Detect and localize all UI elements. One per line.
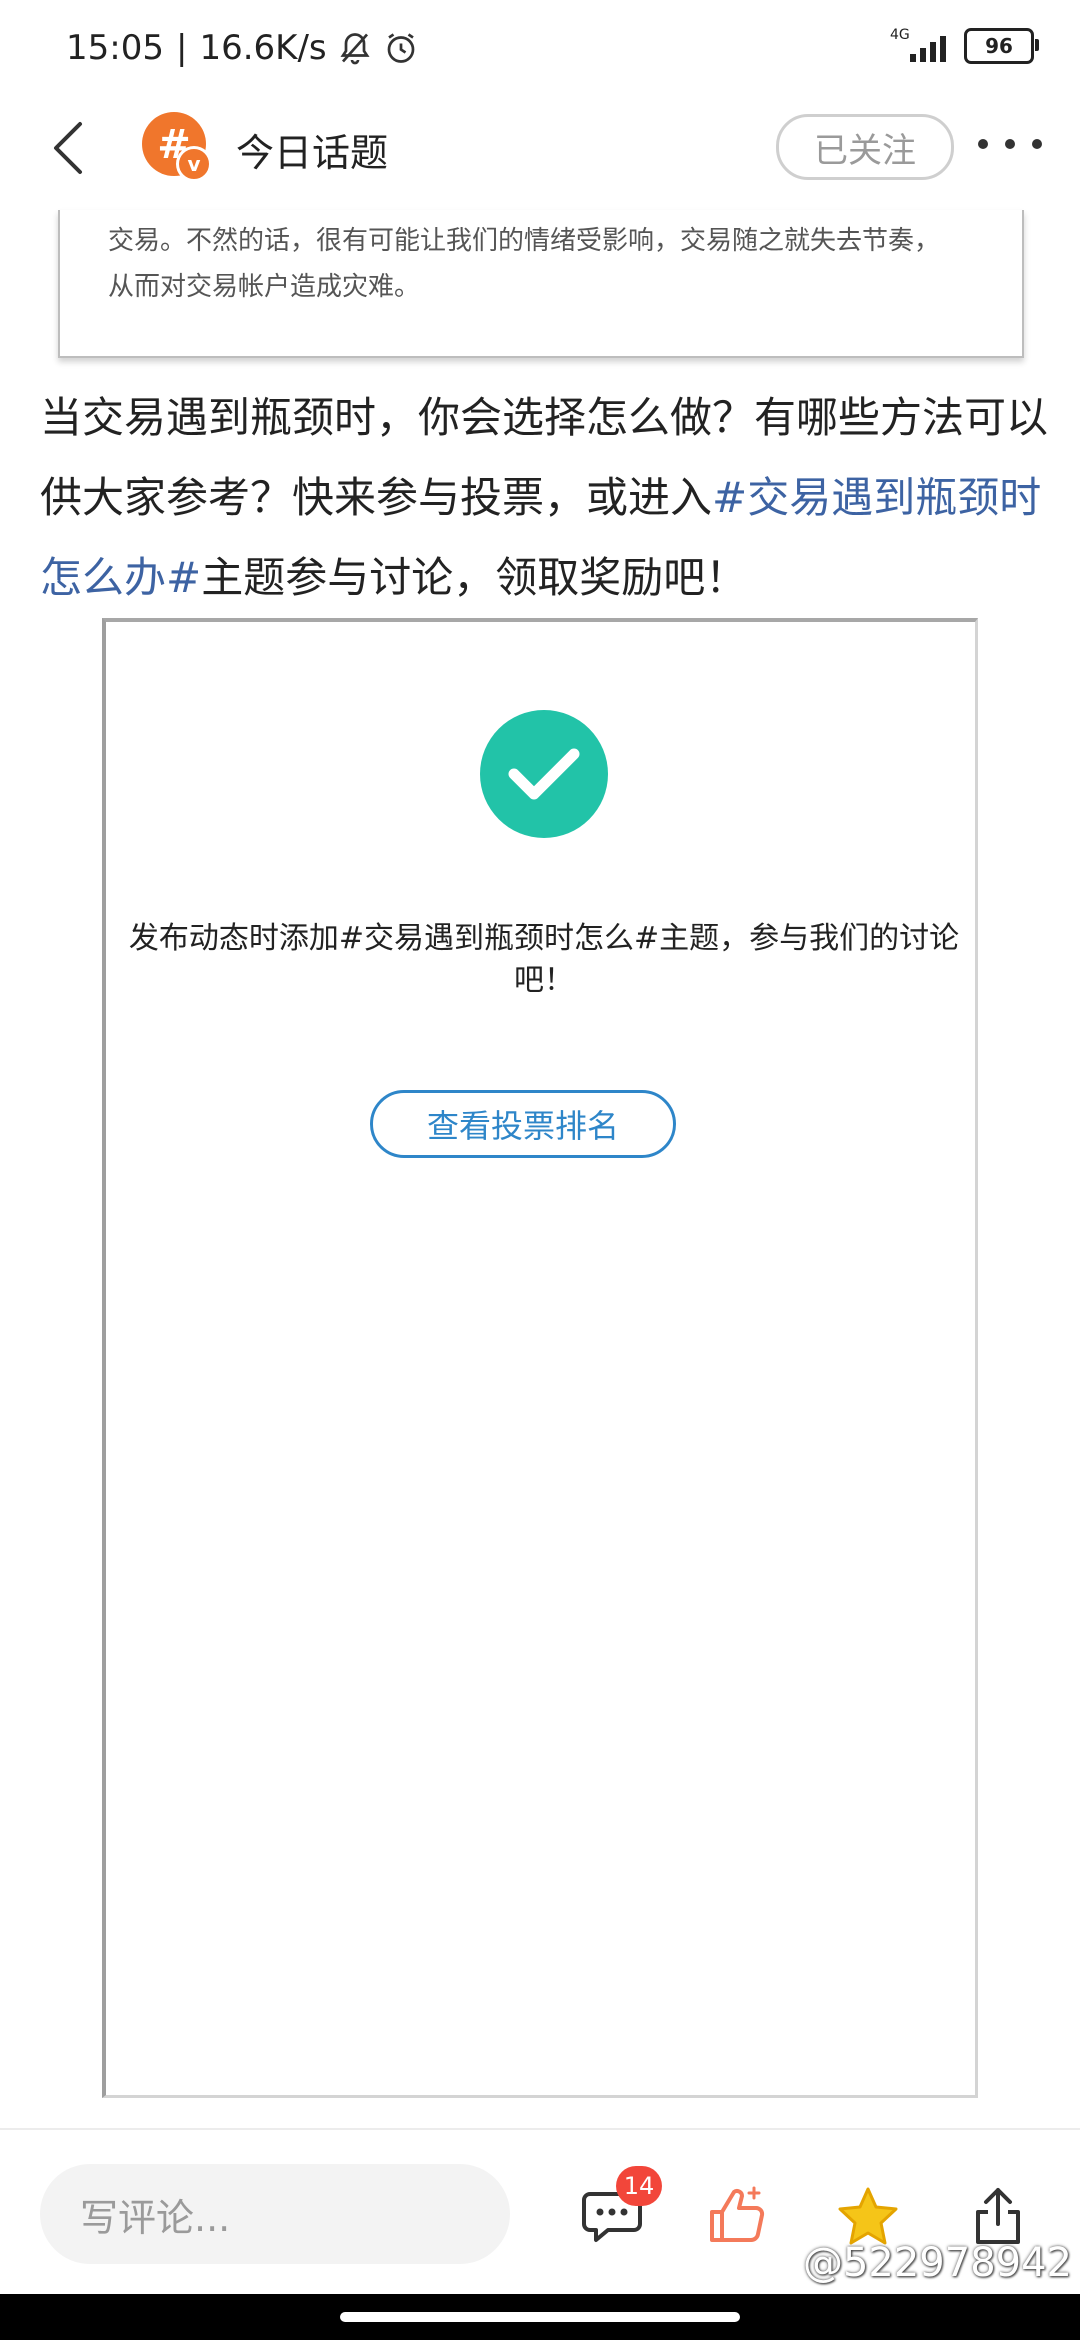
battery-level: 96	[985, 34, 1013, 58]
back-button[interactable]	[36, 116, 100, 180]
comment-input[interactable]: 写评论...	[40, 2164, 510, 2264]
quote-image: 交易。不然的话，很有可能让我们的情绪受影响，交易随之就失去节奏， 从而对交易帐户…	[58, 210, 1024, 358]
header: # v 今日话题 已关注	[0, 96, 1080, 202]
page-title[interactable]: 今日话题	[236, 122, 388, 177]
more-menu-icon[interactable]	[978, 124, 1042, 164]
verified-badge: v	[176, 146, 212, 182]
signal-icon: 4G	[890, 26, 950, 66]
home-indicator[interactable]	[340, 2312, 740, 2322]
comment-count-badge: 14	[616, 2166, 662, 2206]
alarm-icon	[387, 33, 414, 63]
bottom-divider	[0, 2128, 1080, 2130]
watermark: @522978942	[802, 2240, 1072, 2286]
navigation-bar	[0, 2294, 1080, 2340]
network-type: 4G	[890, 27, 910, 43]
quote-line: 从而对交易帐户造成灾难。	[108, 272, 421, 302]
view-vote-ranking-button[interactable]: 查看投票排名	[370, 1090, 676, 1158]
quote-line: 交易。不然的话，很有可能让我们的情绪受影响，交易随之就失去节奏，	[108, 226, 941, 256]
avatar[interactable]: # v	[142, 112, 212, 182]
bell-mute-icon	[340, 33, 370, 65]
net-speed: 16.6K/s	[199, 28, 327, 68]
vote-panel: 发布动态时添加#交易遇到瓶颈时怎么#主题，参与我们的讨论吧！ 查看投票排名	[102, 618, 978, 2098]
thumbs-up-icon[interactable]	[702, 2180, 774, 2252]
status-right: 4G 96	[890, 26, 1039, 66]
check-icon	[480, 710, 608, 838]
vote-success-message: 发布动态时添加#交易遇到瓶颈时怎么#主题，参与我们的讨论吧！	[128, 921, 960, 998]
status-bar: 15:05 | 16.6K/s 4G 96	[0, 0, 1080, 96]
follow-button[interactable]: 已关注	[776, 114, 954, 180]
paragraph-text: 主题参与讨论，领取奖励吧！	[201, 553, 748, 602]
status-time: 15:05	[66, 28, 164, 68]
back-arrow-icon	[54, 122, 82, 174]
post-paragraph: 当交易遇到瓶颈时，你会选择怎么做？有哪些方法可以供大家参考？快来参与投票，或进入…	[40, 378, 1050, 618]
status-separator: |	[175, 28, 188, 68]
battery-icon: 96	[964, 28, 1039, 64]
status-left: 15:05 | 16.6K/s	[66, 28, 419, 68]
